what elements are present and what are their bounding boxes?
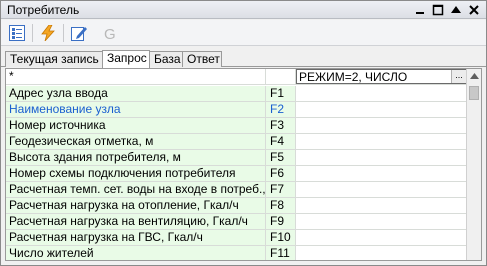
scroll-thumb[interactable] [469,86,479,100]
field-name-cell: Адрес узла ввода [6,86,266,101]
field-name-cell: Расчетная нагрузка на вентиляцию, Гкал/ч [6,214,266,229]
field-value-cell[interactable] [296,102,467,117]
field-name-cell: Число жителей [6,246,266,260]
table-row[interactable]: Высота здания потребителя, м F5 [6,150,467,166]
ellipsis-button[interactable]: ... [451,70,466,83]
list-view-icon [9,25,25,41]
header-name-cell: * [6,69,266,84]
field-value-cell[interactable] [296,230,467,245]
field-name-cell: Расчетная нагрузка на ГВС, Гкал/ч [6,230,266,245]
field-value-cell[interactable] [296,118,467,133]
table-row[interactable]: Расчетная нагрузка на отопление, Гкал/ч F… [6,198,467,214]
table-row[interactable]: Номер источника F3 [6,118,467,134]
field-code-cell: F11 [266,246,296,260]
toolbar: G [1,20,486,46]
close-button[interactable] [466,2,482,18]
field-code-cell: F8 [266,198,296,213]
table-row[interactable]: Наименование узла F2 [6,102,467,118]
field-value-cell[interactable] [296,198,467,213]
field-value-cell[interactable] [296,182,467,197]
triangle-up-icon [451,6,461,13]
table-row[interactable]: Номер схемы подключения потребителя F6 [6,166,467,182]
field-name-cell: Расчетная нагрузка на отопление, Гкал/ч [6,198,266,213]
field-name-cell: Наименование узла [6,102,266,117]
field-code-cell: F6 [266,166,296,181]
edit-icon [71,27,87,41]
edit-button[interactable] [68,23,90,43]
field-code-cell: F10 [266,230,296,245]
field-value-cell[interactable] [296,166,467,181]
query-value-text: РЕЖИМ=2, ЧИСЛО [299,70,408,84]
query-grid: * РЕЖИМ=2, ЧИСЛО ... Адрес узла ввода F1 Н… [5,68,482,261]
maximize-icon [432,4,444,16]
grid-header-row: * РЕЖИМ=2, ЧИСЛО ... [6,69,467,85]
tab-strip: Текущая запись Запрос База Ответ [1,50,486,68]
table-row[interactable]: Расчетная нагрузка на вентиляцию, Гкал/ч… [6,214,467,230]
field-value-cell[interactable] [296,150,467,165]
table-row[interactable]: Число жителей F11 [6,246,467,260]
minimize-button[interactable] [412,2,428,18]
run-query-button[interactable] [37,23,59,43]
field-name-cell: Высота здания потребителя, м [6,150,266,165]
query-value-editor[interactable]: РЕЖИМ=2, ЧИСЛО ... [296,69,467,84]
field-value-cell[interactable] [296,86,467,101]
field-value-cell[interactable] [296,214,467,229]
field-code-cell: F4 [266,134,296,149]
window-title: Потребитель [7,3,80,17]
tab-database[interactable]: База [149,51,183,67]
lightning-icon [41,25,55,41]
toolbar-separator [32,24,33,42]
close-icon [469,5,479,15]
scroll-up-arrow-icon [470,73,479,79]
window-controls [412,2,482,18]
consumer-window: Потребитель G Текущая запись Запрос База… [0,0,487,266]
field-value-cell[interactable] [296,134,467,149]
field-code-cell: F3 [266,118,296,133]
field-name-cell: Номер источника [6,118,266,133]
field-name-cell: Геодезическая отметка, м [6,134,266,149]
field-name-cell: Номер схемы подключения потребителя [6,166,266,181]
field-code-cell: F7 [266,182,296,197]
svg-text:G: G [104,26,116,41]
header-code-cell [266,69,296,84]
field-value-cell[interactable] [296,246,467,260]
field-code-cell: F2 [266,102,296,117]
minimize-icon [416,12,424,14]
field-name-cell: Расчетная темп. сет. воды на входе в пот… [6,182,266,197]
table-row[interactable]: Геодезическая отметка, м F4 [6,134,467,150]
table-row[interactable]: Расчетная нагрузка на ГВС, Гкал/ч F10 [6,230,467,246]
maximize-button[interactable] [430,2,446,18]
tab-response[interactable]: Ответ [182,51,222,67]
tab-current-record[interactable]: Текущая запись [5,51,103,67]
field-code-cell: F1 [266,86,296,101]
list-view-button[interactable] [6,23,28,43]
table-row[interactable]: Расчетная темп. сет. воды на входе в пот… [6,182,467,198]
title-bar[interactable]: Потребитель [1,1,486,19]
toolbar-separator [63,24,64,42]
tab-query[interactable]: Запрос [102,50,150,68]
field-code-cell: F5 [266,150,296,165]
g-icon: G [104,26,116,41]
table-row[interactable]: Адрес узла ввода F1 [6,86,467,102]
scroll-up-button[interactable] [467,69,481,84]
field-code-cell: F9 [266,214,296,229]
vertical-scrollbar[interactable] [466,69,481,260]
g-button[interactable]: G [99,23,121,43]
collapse-button[interactable] [448,2,464,18]
